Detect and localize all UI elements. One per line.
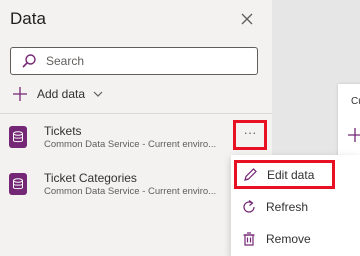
data-source-ticket-categories[interactable]: Ticket Categories Common Data Service - … [9,171,231,203]
close-icon [241,13,253,25]
add-data-button[interactable]: Add data [12,84,112,104]
pencil-icon [244,167,257,181]
close-button[interactable] [237,9,257,29]
divider [0,113,272,114]
pane-title: Data [10,9,46,28]
search-icon [22,54,36,68]
more-options-button[interactable]: ··· [233,120,267,150]
add-data-label: Add data [37,87,86,101]
trash-icon [243,232,255,246]
menu-item-label: Refresh [266,200,309,214]
database-icon [9,126,27,148]
canvas-card-label: Cu [351,96,360,107]
canvas-card: Cu [338,84,360,158]
menu-item-edit-data[interactable]: Edit data [234,160,335,189]
menu-item-label: Edit data [267,167,315,182]
data-source-name: Tickets [44,124,82,138]
menu-item-refresh[interactable]: Refresh [231,193,360,221]
data-source-name: Ticket Categories [44,171,137,185]
data-source-subtitle: Common Data Service - Current enviro... [44,186,217,197]
data-source-tickets[interactable]: Tickets Common Data Service - Current en… [9,124,231,156]
search-box[interactable] [10,47,258,75]
search-input[interactable] [46,51,251,71]
menu-item-remove[interactable]: Remove [231,225,360,253]
refresh-icon [243,200,255,213]
menu-item-label: Remove [266,232,311,246]
database-icon [9,173,27,195]
chevron-down-icon [93,91,103,97]
more-options-icon: ··· [243,124,257,140]
context-menu: Edit data Refresh Remove [231,155,360,256]
plus-icon[interactable] [348,128,360,142]
data-source-subtitle: Common Data Service - Current enviro... [44,139,217,150]
plus-icon [13,87,27,101]
